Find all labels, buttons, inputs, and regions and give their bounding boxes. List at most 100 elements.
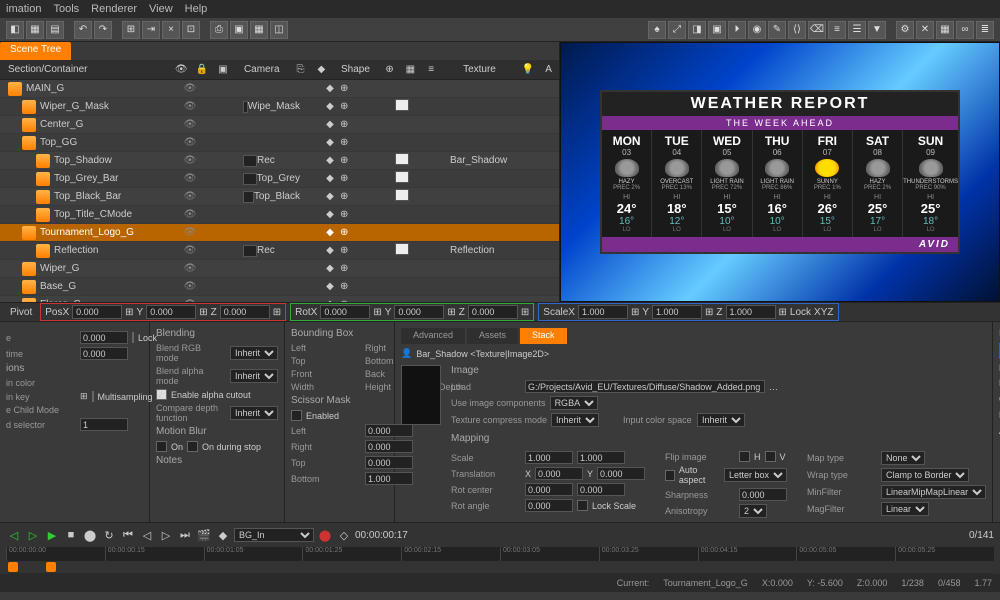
bulb-icon[interactable]: 💡 (517, 64, 538, 75)
preview-viewport[interactable]: WEATHER REPORT THE WEEK AHEAD MON03 HAZY… (560, 42, 1000, 302)
load-path-input[interactable] (525, 380, 765, 393)
tool-icon[interactable]: ↶ (74, 21, 92, 39)
scene-row[interactable]: MAIN_G 👁 ◆ ⊕ (0, 80, 559, 98)
scene-row[interactable]: Reflection 👁 Rec ◆ ⊕ Reflection (0, 242, 559, 260)
tool-icon[interactable]: ≡ (828, 21, 846, 39)
alpha-check[interactable]: ✓ (156, 389, 167, 400)
letterbox-select[interactable]: Letter box (724, 468, 787, 482)
sharpness[interactable] (739, 488, 787, 501)
rgbmode-select[interactable]: Inherit (230, 346, 278, 360)
tab-advanced[interactable]: Advanced (401, 328, 465, 344)
scene-row[interactable]: Top_Grey_Bar 👁 Top_Grey ◆ ⊕ (0, 170, 559, 188)
tool-icon[interactable]: ✎ (768, 21, 786, 39)
step-fwd-icon[interactable]: ▷ (158, 527, 174, 543)
trans-y[interactable] (597, 467, 645, 480)
tool-icon[interactable]: ▦ (26, 21, 44, 39)
posx-input[interactable] (72, 305, 122, 319)
browse-button[interactable]: … (769, 382, 778, 392)
tool-icon[interactable]: ☰ (848, 21, 866, 39)
scalex-input[interactable] (578, 305, 628, 319)
mb-during-check[interactable] (187, 441, 198, 452)
menu-item[interactable]: imation (6, 3, 41, 15)
posz-input[interactable] (220, 305, 270, 319)
skip-fwd-icon[interactable]: ⏭ (177, 527, 193, 543)
target-icon[interactable]: ▣ (213, 64, 234, 75)
rotc-x[interactable] (525, 483, 573, 496)
play-start-icon[interactable]: ◁ (6, 527, 22, 543)
tool-icon[interactable]: ◨ (688, 21, 706, 39)
menu-item[interactable]: View (149, 3, 173, 15)
inputcs-select[interactable]: Inherit (697, 413, 745, 427)
rotangle[interactable] (525, 499, 573, 512)
aniso-select[interactable]: 2 (739, 504, 767, 518)
tool-icon[interactable]: ▣ (230, 21, 248, 39)
eye-icon[interactable]: 👁 (171, 64, 192, 75)
tool-icon[interactable]: ≣ (976, 21, 994, 39)
scene-row[interactable]: Base_G 👁 ◆ ⊕ (0, 278, 559, 296)
lock-value[interactable]: XYZ (814, 307, 833, 318)
scalez-input[interactable] (726, 305, 776, 319)
imgcomp-select[interactable]: RGBA (550, 396, 598, 410)
scene-row[interactable]: Wiper_G_Mask 👁 Wipe_Mask ◆ ⊕ (0, 98, 559, 116)
tool-icon[interactable]: ⊡ (182, 21, 200, 39)
tool-icon[interactable]: ⟨⟩ (788, 21, 806, 39)
clapper-icon[interactable]: 🎬 (196, 527, 212, 543)
magfilter-select[interactable]: Linear (881, 502, 929, 516)
scene-row[interactable]: Flares_G 👁 ◆ ⊕ (0, 296, 559, 302)
scene-row[interactable]: Top_Black_Bar 👁 Top_Black ◆ ⊕ (0, 188, 559, 206)
posy-input[interactable] (146, 305, 196, 319)
tool-icon[interactable]: ▤ (46, 21, 64, 39)
e-input[interactable] (80, 331, 128, 344)
lock-check[interactable] (132, 332, 134, 343)
tool-icon[interactable]: ✕ (916, 21, 934, 39)
lock-icon[interactable]: 🔒 (192, 64, 213, 75)
record-icon[interactable]: ⬤ (82, 527, 98, 543)
tool-icon[interactable]: ◧ (6, 21, 24, 39)
tool-icon[interactable]: ⤢ (668, 21, 686, 39)
copy-icon[interactable]: ⎘ (290, 64, 311, 75)
alphamode-select[interactable]: Inherit (230, 369, 278, 383)
tool-icon[interactable]: ⇥ (142, 21, 160, 39)
lockscale-check[interactable] (577, 500, 588, 511)
tool-icon[interactable]: ▣ (708, 21, 726, 39)
tab-stack[interactable]: Stack (520, 328, 567, 344)
anim-select[interactable]: BG_In (234, 528, 314, 542)
tab-assets[interactable]: Assets (467, 328, 518, 344)
scene-tree-tab[interactable]: Scene Tree (0, 42, 71, 60)
rotc-y[interactable] (577, 483, 625, 496)
loop-icon[interactable]: ↻ (101, 527, 117, 543)
tool-icon[interactable]: ⏵ (728, 21, 746, 39)
texcomp-select[interactable]: Inherit (551, 413, 599, 427)
skip-back-icon[interactable]: ⏮ (120, 527, 136, 543)
autoaspect-check[interactable] (665, 470, 675, 481)
marker-icon[interactable]: ◇ (336, 527, 352, 543)
multisampling-check[interactable] (92, 391, 94, 402)
mb-on-check[interactable] (156, 441, 167, 452)
tool-icon[interactable]: ⚙ (896, 21, 914, 39)
minfilter-select[interactable]: LinearMipMapLinear (881, 485, 986, 499)
play-icon[interactable]: ▷ (25, 527, 41, 543)
rotx-input[interactable] (320, 305, 370, 319)
rotz-input[interactable] (468, 305, 518, 319)
time-input[interactable] (80, 347, 128, 360)
key-icon[interactable]: ◆ (311, 64, 332, 75)
tool-icon[interactable]: × (162, 21, 180, 39)
flip-v[interactable] (765, 451, 776, 462)
maptype-select[interactable]: None (881, 451, 925, 465)
scene-row[interactable]: Top_GG 👁 ◆ ⊕ (0, 134, 559, 152)
tool-icon[interactable]: ∞ (956, 21, 974, 39)
tool-icon[interactable]: ⌫ (808, 21, 826, 39)
play-next-icon[interactable]: ▶ (44, 527, 60, 543)
stop-icon[interactable]: ■ (63, 527, 79, 543)
scene-rows[interactable]: MAIN_G 👁 ◆ ⊕ Wiper_G_Mask 👁 Wipe_Mask ◆ … (0, 80, 559, 302)
menu-item[interactable]: Renderer (91, 3, 137, 15)
scissor-check[interactable] (291, 410, 302, 421)
step-back-icon[interactable]: ◁ (139, 527, 155, 543)
tool-icon[interactable]: ♠ (648, 21, 666, 39)
tool-icon[interactable]: ↷ (94, 21, 112, 39)
roty-input[interactable] (394, 305, 444, 319)
tool-icon[interactable]: ▦ (936, 21, 954, 39)
scene-row[interactable]: Wiper_G 👁 ◆ ⊕ (0, 260, 559, 278)
scaley-input[interactable] (652, 305, 702, 319)
scale-y[interactable] (577, 451, 625, 464)
